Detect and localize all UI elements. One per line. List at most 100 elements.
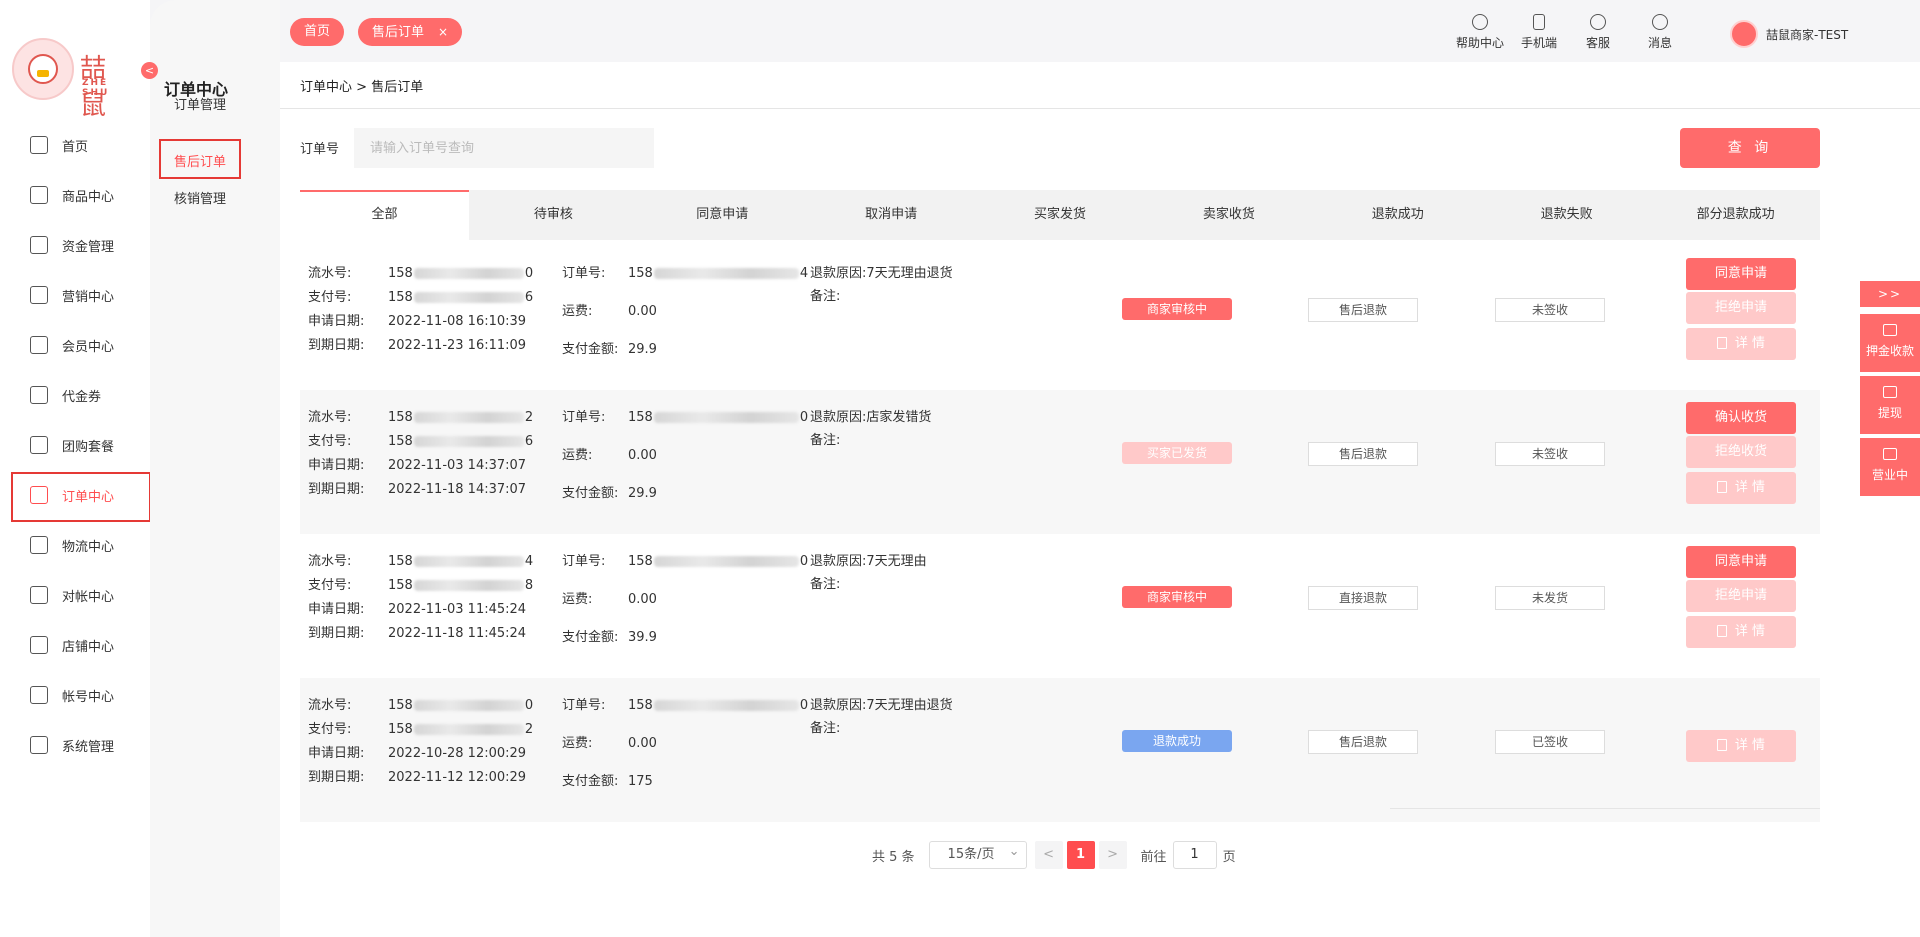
- remark: 备注:: [810, 433, 841, 448]
- bag-icon: [28, 435, 50, 455]
- tab-after-sales[interactable]: 售后订单 ×: [358, 18, 463, 46]
- page-1-button[interactable]: 1: [1066, 841, 1095, 869]
- deposit-collect-button[interactable]: 押金收款: [1860, 314, 1920, 372]
- sidebar-item-4[interactable]: 会员中心: [0, 320, 150, 370]
- vip-card-icon: [28, 335, 50, 355]
- apply-date: 申请日期: 2022-11-08 16:10:39: [308, 314, 527, 329]
- breadcrumb-parent[interactable]: 订单中心: [300, 80, 352, 95]
- remark: 备注:: [810, 577, 841, 592]
- action-button[interactable]: 确认收货: [1686, 402, 1796, 434]
- sidebar-item-label: 订单中心: [62, 489, 115, 505]
- status-tab-2[interactable]: 同意申请: [638, 190, 807, 240]
- divider: [280, 108, 1920, 109]
- action-button[interactable]: 详 情: [1686, 730, 1796, 762]
- table-row: 流水号: 158 4 支付号: 158 8 申请日期: 2022-11-03 11:45:24…: [300, 534, 1820, 678]
- sidebar-item-11[interactable]: 帐号中心: [0, 670, 150, 720]
- status-tab-8[interactable]: 部分退款成功: [1651, 190, 1820, 240]
- tab-home[interactable]: 首页: [290, 18, 345, 46]
- status-tab-1[interactable]: 待审核: [469, 190, 638, 240]
- order-number: 订单号: 158 4: [562, 266, 809, 281]
- status-badge: 商家审核中: [1122, 298, 1232, 320]
- headset-icon: [1590, 14, 1606, 30]
- sidebar-item-7[interactable]: 订单中心: [0, 470, 151, 522]
- sidebar-item-1[interactable]: 商品中心: [0, 170, 150, 220]
- action-button[interactable]: 同意申请: [1686, 546, 1796, 578]
- next-page-button[interactable]: >: [1098, 841, 1127, 869]
- order-number: 订单号: 158 0: [562, 410, 809, 425]
- action-button[interactable]: 拒绝申请: [1686, 580, 1796, 612]
- action-button[interactable]: 拒绝收货: [1686, 436, 1796, 468]
- settings-icon: [28, 735, 50, 755]
- sidebar-item-6[interactable]: 团购套餐: [0, 420, 150, 470]
- coupon-icon: [28, 385, 50, 405]
- action-button[interactable]: 拒绝申请: [1686, 292, 1796, 324]
- status-tab-6[interactable]: 退款成功: [1313, 190, 1482, 240]
- layers-icon: [28, 235, 50, 255]
- store-icon: [28, 635, 50, 655]
- goto-page-input[interactable]: 1: [1172, 841, 1217, 869]
- order-number: 订单号: 158 0: [562, 554, 809, 569]
- float-toolbar-toggle[interactable]: >>: [1860, 281, 1920, 307]
- action-button[interactable]: 详 情: [1686, 616, 1796, 648]
- order-number-label: 订单号: [300, 142, 340, 157]
- action-button[interactable]: 同意申请: [1686, 258, 1796, 290]
- pagination: 共 5 条 15条/页 < 1 > 前往 1 页: [872, 839, 1236, 869]
- goto-label: 前往: [1140, 849, 1167, 865]
- action-button[interactable]: 详 情: [1686, 328, 1796, 360]
- refund-reason: 退款原因:7天无理由退货: [810, 698, 953, 713]
- refund-reason: 退款原因:店家发错货: [810, 410, 932, 425]
- sidebar-item-label: 首页: [62, 139, 89, 155]
- status-tab-7[interactable]: 退款失败: [1482, 190, 1651, 240]
- sidebar-item-9[interactable]: 对帐中心: [0, 570, 150, 620]
- subnav-item-order-management[interactable]: 订单管理: [174, 94, 226, 113]
- sidebar-item-label: 资金管理: [62, 239, 115, 255]
- status-tab-5[interactable]: 卖家收货: [1144, 190, 1313, 240]
- user-name: 喆鼠商家-TEST: [1766, 27, 1849, 42]
- mobile-button[interactable]: 手机端: [1509, 14, 1569, 51]
- withdraw-button[interactable]: 提现: [1860, 376, 1920, 434]
- status-tab-0[interactable]: 全部: [300, 190, 469, 240]
- action-button[interactable]: 详 情: [1686, 472, 1796, 504]
- subnav-item-after-sales[interactable]: 售后订单: [174, 151, 226, 170]
- business-status-button[interactable]: 营业中: [1860, 438, 1920, 496]
- order-number-input[interactable]: [354, 128, 654, 168]
- apply-date: 申请日期: 2022-10-28 12:00:29: [308, 746, 527, 761]
- subnav-item-verification[interactable]: 核销管理: [174, 188, 226, 207]
- divider: [1390, 808, 1820, 809]
- serial-number: 流水号: 158 4: [308, 554, 534, 569]
- mobile-icon: [1533, 14, 1545, 30]
- sidebar-item-2[interactable]: 资金管理: [0, 220, 150, 270]
- sidebar-item-10[interactable]: 店铺中心: [0, 620, 150, 670]
- sidebar-item-3[interactable]: 营销中心: [0, 270, 150, 320]
- sidebar-item-label: 会员中心: [62, 339, 115, 355]
- apply-date: 申请日期: 2022-11-03 11:45:24: [308, 602, 527, 617]
- collapse-sidebar-button[interactable]: <: [141, 62, 158, 79]
- sidebar-item-8[interactable]: 物流中心: [0, 520, 150, 570]
- document-icon: [1716, 625, 1727, 637]
- cart-icon: [28, 185, 50, 205]
- sidebar-item-12[interactable]: 系统管理: [0, 720, 150, 770]
- due-date: 到期日期: 2022-11-23 16:11:09: [308, 338, 527, 353]
- close-icon[interactable]: ×: [438, 25, 448, 39]
- page-size-select[interactable]: 15条/页: [928, 839, 1027, 869]
- query-button[interactable]: 查 询: [1680, 128, 1820, 168]
- user-icon: [28, 685, 50, 705]
- apply-date: 申请日期: 2022-11-03 14:37:07: [308, 458, 527, 473]
- prev-page-button[interactable]: <: [1034, 841, 1063, 869]
- payment-number: 支付号: 158 6: [308, 290, 534, 305]
- brand-logo[interactable]: 喆鼠 ZHE SHU: [12, 38, 132, 121]
- sidebar-item-5[interactable]: 代金券: [0, 370, 150, 420]
- box-icon: [28, 535, 50, 555]
- pay-amount: 支付金额: 175: [562, 774, 653, 789]
- customer-service-button[interactable]: 客服: [1568, 14, 1628, 51]
- help-center-button[interactable]: 帮助中心: [1450, 14, 1510, 51]
- main-content: 订单中心 > 售后订单 订单号 查 询 全部待审核同意申请取消申请买家发货卖家收…: [280, 62, 1920, 937]
- messages-button[interactable]: 消息: [1630, 14, 1690, 51]
- user-menu[interactable]: 喆鼠商家-TEST: [1730, 20, 1848, 48]
- sidebar-item-label: 物流中心: [62, 539, 115, 555]
- due-date: 到期日期: 2022-11-18 14:37:07: [308, 482, 527, 497]
- help-icon: [1472, 14, 1488, 30]
- status-tab-3[interactable]: 取消申请: [807, 190, 976, 240]
- status-tab-4[interactable]: 买家发货: [976, 190, 1145, 240]
- sidebar-item-0[interactable]: 首页: [0, 120, 150, 170]
